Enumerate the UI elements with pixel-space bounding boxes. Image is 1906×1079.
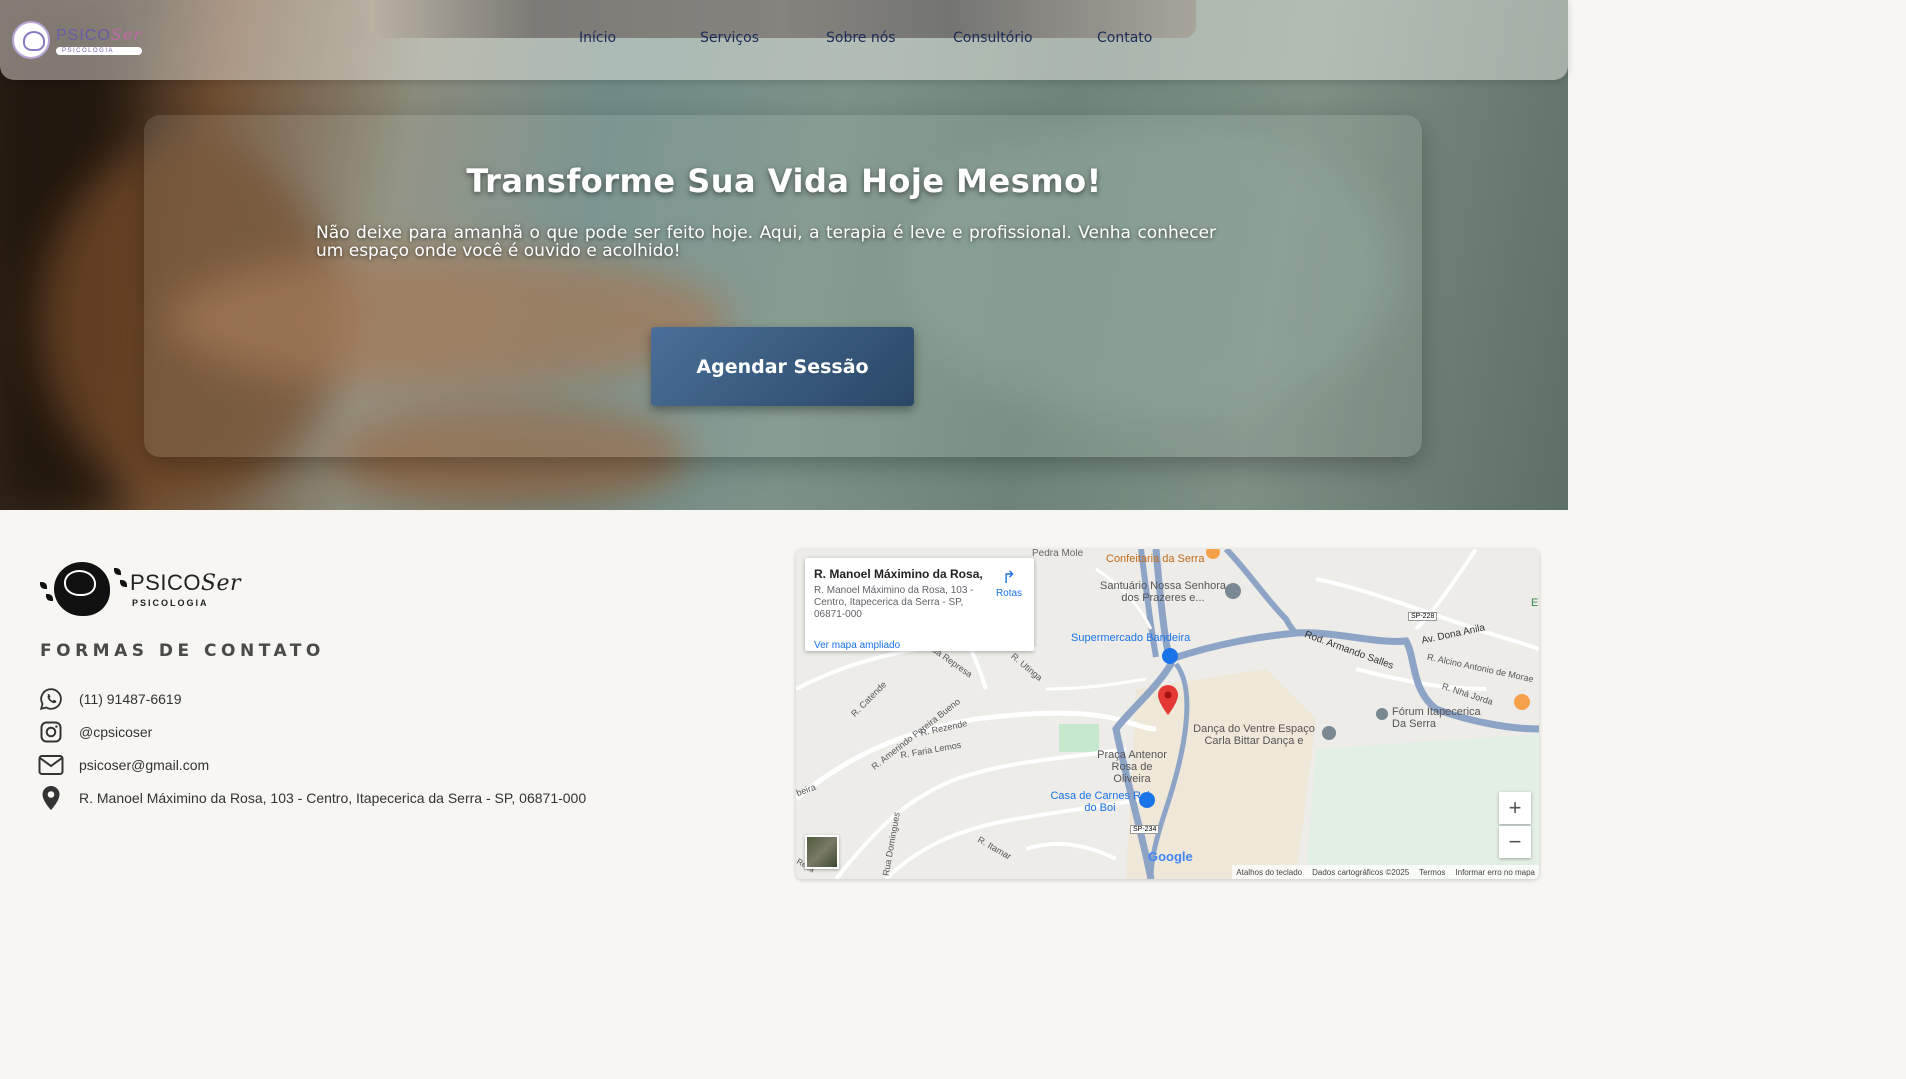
whatsapp-icon xyxy=(38,686,64,712)
map-label-confeitaria[interactable]: Confeitaria da Serra xyxy=(1106,553,1204,565)
map-label-casa-carnes[interactable]: Casa de Carnes Rei do Boi xyxy=(1050,790,1150,814)
terms-link[interactable]: Termos xyxy=(1419,868,1445,877)
contact-address-value: R. Manoel Máximino da Rosa, 103 - Centro… xyxy=(79,790,587,806)
map-info-title: R. Manoel Máximino da Rosa, ... xyxy=(814,567,984,581)
highway-shield-sp228: SP-228 xyxy=(1408,612,1438,621)
nav-item-consultorio[interactable]: Consultório xyxy=(953,30,1033,46)
map-embed[interactable]: Pedra Mole Confeitaria da Serra Santuári… xyxy=(796,549,1539,879)
directions-icon: ↱ xyxy=(1001,568,1017,587)
contact-email[interactable]: psicoser@gmail.com xyxy=(38,752,209,778)
brain-logo-icon xyxy=(12,21,50,59)
logo-brand-text: PSICOSer xyxy=(56,25,142,44)
contact-heading: FORMAS DE CONTATO xyxy=(40,641,325,661)
location-pin-icon xyxy=(38,785,64,811)
map-label-danca[interactable]: Dança do Ventre Espaço Carla Bittar Danç… xyxy=(1188,723,1320,747)
shopping-pin-icon[interactable] xyxy=(1139,792,1155,808)
google-logo: Google xyxy=(1148,849,1193,864)
church-pin-icon[interactable] xyxy=(1225,583,1241,599)
contact-whatsapp-value: (11) 91487-6619 xyxy=(79,691,182,707)
footer-logo: PSICOSer PSICOLOGIA xyxy=(38,560,248,620)
view-larger-map-link[interactable]: Ver mapa ampliado xyxy=(814,640,900,651)
report-error-link[interactable]: Informar erro no mapa xyxy=(1455,868,1535,877)
nav-item-inicio[interactable]: Início xyxy=(579,30,616,46)
shopping-pin-icon[interactable] xyxy=(1162,648,1178,664)
leaf-icon xyxy=(40,582,47,589)
nav-item-sobre-nos[interactable]: Sobre nós xyxy=(826,30,896,46)
directions-label: Rotas xyxy=(995,588,1023,599)
map-label-forum[interactable]: Fórum Itapecerica Da Serra xyxy=(1392,706,1492,730)
contact-address[interactable]: R. Manoel Máximino da Rosa, 103 - Centro… xyxy=(38,785,586,811)
map-label-pedra-mole: Pedra Mole xyxy=(1032,549,1084,559)
brain-icon xyxy=(64,570,96,596)
map-label-e: E xyxy=(1531,597,1539,609)
leaf-icon xyxy=(46,594,53,601)
keyboard-shortcuts-link[interactable]: Atalhos do teclado xyxy=(1236,868,1302,877)
schedule-session-button[interactable]: Agendar Sessão xyxy=(651,327,914,406)
map-footer: Atalhos do teclado Dados cartográficos ©… xyxy=(1232,865,1539,879)
zoom-out-button[interactable]: − xyxy=(1499,826,1531,858)
map-data-credit: Dados cartográficos ©2025 xyxy=(1312,867,1410,877)
place-pin-icon[interactable] xyxy=(1376,708,1388,720)
map-label-praca[interactable]: Praça Antenor Rosa de Oliveira xyxy=(1092,749,1172,785)
map-info-address: R. Manoel Máximino da Rosa, 103 - Centro… xyxy=(814,585,974,620)
zoom-in-button[interactable]: + xyxy=(1499,792,1531,824)
contact-instagram-value: @cpsicoser xyxy=(79,724,153,740)
leaf-icon xyxy=(120,580,127,587)
header-logo[interactable]: PSICOSer PSICOLOGIA xyxy=(12,20,147,60)
map-label-supermercado[interactable]: Supermercado Bandeira xyxy=(1071,632,1190,644)
nav-item-servicos[interactable]: Serviços xyxy=(700,30,759,46)
map-info-window: R. Manoel Máximino da Rosa, ... R. Manoe… xyxy=(805,558,1034,651)
satellite-view-toggle[interactable] xyxy=(805,835,839,869)
leaf-icon xyxy=(114,568,121,575)
email-icon xyxy=(38,752,64,778)
location-marker-icon[interactable] xyxy=(1157,684,1179,716)
footer-logo-brand: PSICOSer xyxy=(130,570,242,596)
instagram-icon xyxy=(38,719,64,745)
contact-whatsapp[interactable]: (11) 91487-6619 xyxy=(38,686,181,712)
restaurant-pin-icon[interactable] xyxy=(1514,694,1530,710)
hero-title: Transforme Sua Vida Hoje Mesmo! xyxy=(466,162,1102,200)
contact-instagram[interactable]: @cpsicoser xyxy=(38,719,152,745)
contact-email-value: psicoser@gmail.com xyxy=(79,757,210,773)
directions-button[interactable]: ↱ Rotas xyxy=(991,568,1027,599)
footer-logo-subtitle: PSICOLOGIA xyxy=(132,598,209,608)
hero-text: Não deixe para amanhã o que pode ser fei… xyxy=(316,223,1216,261)
highway-shield-sp234: SP-234 xyxy=(1130,825,1160,834)
navbar: PSICOSer PSICOLOGIA Início Serviços Sobr… xyxy=(0,0,1568,80)
logo-subtitle: PSICOLOGIA xyxy=(56,47,142,55)
place-pin-icon[interactable] xyxy=(1322,726,1336,740)
map-label-santuario[interactable]: Santuário Nossa Senhora dos Prazeres e..… xyxy=(1093,580,1233,604)
nav-item-contato[interactable]: Contato xyxy=(1097,30,1152,46)
